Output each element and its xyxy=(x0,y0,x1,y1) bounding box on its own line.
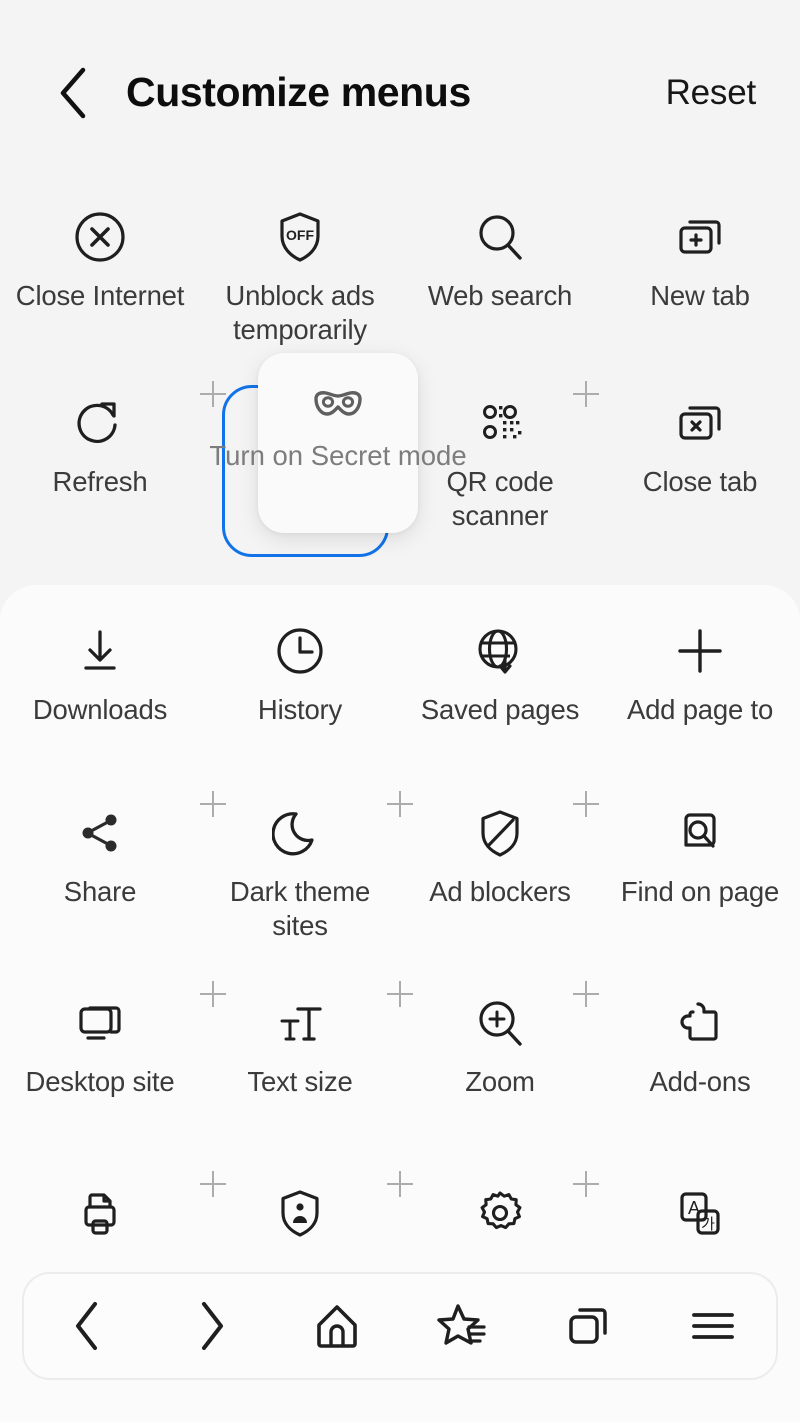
dragged-menu-item-secret-mode[interactable]: Turn on Secret mode xyxy=(209,353,467,533)
menu-item-label: Desktop site xyxy=(25,1066,175,1097)
menu-item-unblock-ads[interactable]: OFF Unblock ads temporarily xyxy=(200,185,400,371)
puzzle-icon xyxy=(672,995,728,1057)
menu-item-close-internet[interactable]: Close Internet xyxy=(0,185,200,371)
chevron-right-icon xyxy=(195,1300,229,1352)
close-circle-icon xyxy=(72,209,128,271)
menu-item-label: Saved pages xyxy=(420,694,580,725)
clock-icon xyxy=(272,623,328,685)
menu-item-saved-pages[interactable]: Saved pages xyxy=(400,599,600,781)
settings-gear-icon xyxy=(472,1185,528,1247)
close-tab-icon xyxy=(672,395,728,457)
menu-item-label: New tab xyxy=(650,280,750,311)
find-in-page-icon xyxy=(672,805,728,867)
chevron-left-icon xyxy=(55,66,91,120)
new-tab-icon xyxy=(672,209,728,271)
text-size-icon xyxy=(272,995,328,1057)
menu-item-web-search[interactable]: Web search xyxy=(400,185,600,371)
menu-item-dark-theme-sites[interactable]: Dark theme sites xyxy=(200,781,400,971)
menu-item-label: Unblock ads temporarily xyxy=(225,280,375,345)
plus-icon xyxy=(672,623,728,685)
menu-item-label: Web search xyxy=(427,280,573,311)
menu-item-text-size[interactable]: Text size xyxy=(200,971,400,1161)
quick-access-row-1: Close Internet OFF Unblock ads temporari… xyxy=(0,185,800,371)
svg-text:OFF: OFF xyxy=(286,227,314,243)
panel-row-1: Downloads History Saved pages Add page t… xyxy=(0,585,800,781)
desktop-icon xyxy=(72,995,128,1057)
browser-bottom-nav xyxy=(22,1272,778,1380)
moon-icon xyxy=(272,805,328,867)
nav-menu-button[interactable] xyxy=(651,1274,776,1378)
page-title: Customize menus xyxy=(126,69,471,115)
home-icon xyxy=(311,1300,363,1352)
menu-item-label: Refresh xyxy=(52,466,148,497)
menu-item-label: Add page to xyxy=(626,694,774,725)
shield-slash-icon xyxy=(472,805,528,867)
nav-forward-button[interactable] xyxy=(149,1274,274,1378)
menu-item-label: Dark theme sites xyxy=(229,876,371,941)
dragged-item-label: Turn on Secret mode xyxy=(209,440,467,471)
menu-item-ad-blockers[interactable]: Ad blockers xyxy=(400,781,600,971)
svg-text:가: 가 xyxy=(701,1216,715,1233)
menu-item-label: History xyxy=(257,694,343,725)
menu-item-history[interactable]: History xyxy=(200,599,400,781)
menu-item-share[interactable]: Share xyxy=(0,781,200,971)
nav-back-button[interactable] xyxy=(24,1274,149,1378)
zoom-in-icon xyxy=(472,995,528,1057)
bookmark-star-icon xyxy=(436,1300,490,1352)
menu-item-label: Downloads xyxy=(32,694,168,725)
nav-tabs-button[interactable] xyxy=(525,1274,650,1378)
menu-item-refresh[interactable]: Refresh xyxy=(0,371,200,557)
menu-item-label: Close Internet xyxy=(15,280,185,311)
chevron-left-icon xyxy=(70,1300,104,1352)
share-icon xyxy=(72,805,128,867)
menu-item-label: Close tab xyxy=(642,466,758,497)
menu-item-downloads[interactable]: Downloads xyxy=(0,599,200,781)
panel-row-3: Desktop site Text size Zoom Add-ons xyxy=(0,971,800,1161)
menu-item-label: Find on page xyxy=(620,876,780,907)
shield-off-icon: OFF xyxy=(272,209,328,271)
menu-item-new-tab[interactable]: New tab xyxy=(600,185,800,371)
page-header: Customize menus Reset xyxy=(0,0,800,185)
privacy-shield-icon xyxy=(272,1185,328,1247)
print-icon xyxy=(72,1185,128,1247)
menu-item-desktop-site[interactable]: Desktop site xyxy=(0,971,200,1161)
nav-home-button[interactable] xyxy=(275,1274,400,1378)
mask-icon xyxy=(310,387,366,427)
menu-item-zoom[interactable]: Zoom xyxy=(400,971,600,1161)
menu-item-label: Text size xyxy=(247,1066,353,1097)
search-icon xyxy=(472,209,528,271)
menu-item-add-ons[interactable]: Add-ons xyxy=(600,971,800,1161)
menu-item-label: Ad blockers xyxy=(429,876,571,907)
translate-icon: A 가 xyxy=(672,1185,728,1247)
panel-row-2: Share Dark theme sites Ad blockers Find … xyxy=(0,781,800,971)
menu-item-add-page-to[interactable]: Add page to xyxy=(600,599,800,781)
menu-item-close-tab[interactable]: Close tab xyxy=(600,371,800,557)
download-icon xyxy=(72,623,128,685)
menu-item-label: Share xyxy=(63,876,137,907)
tabs-icon xyxy=(562,1300,614,1352)
reset-button[interactable]: Reset xyxy=(666,73,757,113)
nav-bookmarks-button[interactable] xyxy=(400,1274,525,1378)
qr-code-icon xyxy=(472,395,528,457)
menu-item-label: Add-ons xyxy=(649,1066,751,1097)
back-button[interactable] xyxy=(46,66,100,120)
globe-download-icon xyxy=(472,623,528,685)
menu-item-label: QR code scanner xyxy=(446,466,554,531)
menu-item-label: Zoom xyxy=(465,1066,535,1097)
refresh-icon xyxy=(72,395,128,457)
hamburger-menu-icon xyxy=(687,1304,739,1348)
menu-item-find-on-page[interactable]: Find on page xyxy=(600,781,800,971)
